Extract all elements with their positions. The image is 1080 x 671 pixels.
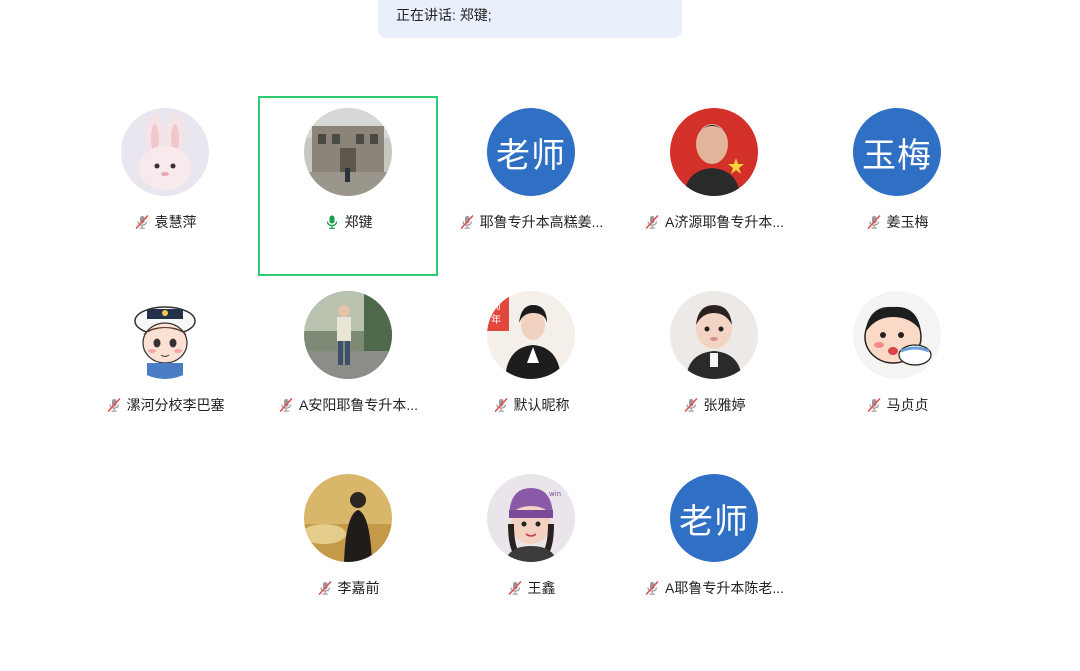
participant-tile[interactable]: A安阳耶鲁专升本...	[258, 279, 438, 459]
participant-avatar-photo	[670, 291, 758, 379]
participant-name-row: 李嘉前	[317, 578, 380, 598]
participant-tile[interactable]: 老师 A耶鲁专升本陈老...	[624, 462, 804, 642]
participant-avatar-photo: win	[487, 474, 575, 562]
participant-name-row: 漯河分校李巴塞	[106, 395, 225, 415]
participant-avatar-photo	[121, 108, 209, 196]
microphone-muted-icon	[493, 397, 509, 413]
participant-name-row: 马贞贞	[866, 395, 929, 415]
microphone-active-icon	[324, 214, 340, 230]
participant-name: A安阳耶鲁专升本...	[298, 397, 418, 413]
participant-name: 张雅婷	[703, 397, 746, 413]
participant-tile[interactable]: 漯河分校李巴塞	[75, 279, 255, 459]
microphone-muted-icon	[683, 397, 699, 413]
participant-tile[interactable]: 马贞贞	[807, 279, 987, 459]
participant-avatar-photo: 周年	[487, 291, 575, 379]
participant-name: 姜玉梅	[886, 214, 929, 230]
participant-name: 耶鲁专升本高糕姜...	[479, 214, 604, 230]
participant-name-row: 郑键	[324, 212, 373, 232]
participant-name-row: 耶鲁专升本高糕姜...	[459, 212, 604, 232]
participant-avatar-photo	[304, 291, 392, 379]
svg-text:年: 年	[491, 313, 501, 326]
participant-avatar-photo	[670, 108, 758, 196]
participant-tile[interactable]: A济源耶鲁专升本...	[624, 96, 804, 276]
participant-tile[interactable]: 周年默认昵称	[441, 279, 621, 459]
participant-name: 默认昵称	[513, 397, 570, 413]
participant-avatar-photo	[121, 291, 209, 379]
microphone-muted-icon	[459, 214, 475, 230]
participant-name-row: 姜玉梅	[866, 212, 929, 232]
participant-tile[interactable]: 老师耶鲁专升本高糕姜...	[441, 96, 621, 276]
microphone-muted-icon	[134, 214, 150, 230]
participant-avatar-photo	[853, 291, 941, 379]
microphone-muted-icon	[866, 214, 882, 230]
svg-text:win: win	[549, 490, 561, 498]
participant-name-row: 张雅婷	[683, 395, 746, 415]
participant-name: A耶鲁专升本陈老...	[664, 580, 784, 596]
participant-tile[interactable]: 郑键	[258, 96, 438, 276]
microphone-muted-icon	[317, 580, 333, 596]
participant-name: A济源耶鲁专升本...	[664, 214, 784, 230]
participant-avatar-text: 老师	[487, 108, 575, 196]
microphone-muted-icon	[278, 397, 294, 413]
participant-avatar-text: 玉梅	[853, 108, 941, 196]
participant-tile[interactable]: win 王鑫	[441, 462, 621, 642]
participant-avatar-text: 老师	[670, 474, 758, 562]
participant-name-row: A济源耶鲁专升本...	[644, 212, 784, 232]
microphone-muted-icon	[866, 397, 882, 413]
participant-name-row: 王鑫	[507, 578, 556, 598]
participant-name: 郑键	[344, 214, 373, 230]
participant-name-row: A耶鲁专升本陈老...	[644, 578, 784, 598]
participant-name: 王鑫	[527, 580, 556, 596]
participant-name: 李嘉前	[337, 580, 380, 596]
microphone-muted-icon	[507, 580, 523, 596]
participant-name: 袁慧萍	[154, 214, 197, 230]
participant-name-row: A安阳耶鲁专升本...	[278, 395, 418, 415]
participant-avatar-photo	[304, 108, 392, 196]
microphone-muted-icon	[644, 580, 660, 596]
speaking-indicator-banner: 正在讲话: 郑键;	[378, 0, 682, 38]
participant-name-row: 袁慧萍	[134, 212, 197, 232]
participant-tile[interactable]: 李嘉前	[258, 462, 438, 642]
microphone-muted-icon	[644, 214, 660, 230]
participant-name: 马贞贞	[886, 397, 929, 413]
microphone-muted-icon	[106, 397, 122, 413]
participant-avatar-photo	[304, 474, 392, 562]
speaking-indicator-text: 正在讲话: 郑键;	[396, 7, 492, 23]
participant-tile[interactable]: 袁慧萍	[75, 96, 255, 276]
participant-name-row: 默认昵称	[493, 395, 570, 415]
svg-text:周: 周	[491, 300, 501, 312]
participant-name: 漯河分校李巴塞	[126, 397, 225, 413]
participant-tile[interactable]: 张雅婷	[624, 279, 804, 459]
participant-tile[interactable]: 玉梅姜玉梅	[807, 96, 987, 276]
